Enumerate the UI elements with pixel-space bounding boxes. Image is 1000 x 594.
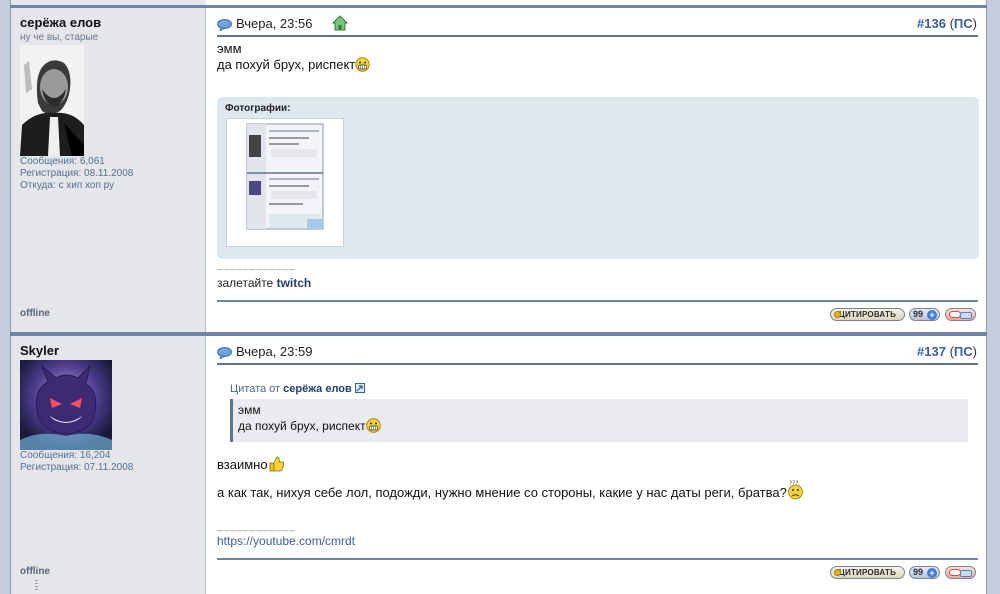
multiquote-button[interactable]: 99 +: [909, 566, 940, 579]
signature-text: залетайте: [217, 276, 274, 290]
multiquote-label: 99: [913, 567, 924, 577]
private-message-link[interactable]: ПС: [954, 16, 973, 31]
quote-button-label: ЦИТИРОВАТЬ: [838, 568, 897, 577]
author-name-link[interactable]: Skyler: [20, 343, 59, 358]
online-status: offline: [20, 566, 50, 577]
post-bubble-icon: [217, 18, 232, 32]
post-136: серёжа елов ну че вы, старые Сообщения: …: [10, 8, 987, 332]
post-text-line: взаимно: [217, 457, 268, 472]
post-text-line: а как так, нихуя себе лол, подожди, нужн…: [217, 485, 787, 500]
plus-icon: +: [927, 568, 937, 578]
quote-box: эмм да похуй брух, риспект: [230, 399, 968, 442]
post-bubble-icon: [217, 346, 232, 360]
author-registration-date: Регистрация: 08.11.2008: [20, 168, 134, 179]
author-name-link[interactable]: серёжа елов: [20, 15, 101, 30]
resize-grip[interactable]: [35, 580, 38, 592]
signature: залетайте twitch: [217, 276, 311, 290]
quote-header: Цитата от серёжа елов: [230, 383, 365, 395]
author-title: ну че вы, старые: [20, 32, 99, 43]
author-location: Откуда: с хип хоп ру: [20, 180, 115, 191]
post-text: эмм да похуй брух, риспект: [217, 41, 370, 76]
author-messages-count: Сообщения: 6,061: [20, 156, 105, 167]
author-avatar[interactable]: [20, 360, 112, 450]
quote-text: да похуй брух, риспект: [238, 418, 381, 437]
post-author-sidebar: Skyler Сообщения: 16,204 Регистрация: 07…: [10, 336, 206, 594]
signature-link[interactable]: twitch: [277, 276, 312, 290]
reply-window-icon: [960, 570, 972, 577]
signature-separator: ____________: [217, 260, 296, 271]
reply-window-icon: [960, 312, 972, 319]
plus-icon: +: [927, 310, 937, 320]
author-messages-count: Сообщения: 16,204: [20, 450, 111, 461]
thumbs-up-icon: [268, 456, 285, 479]
post-author-sidebar: серёжа елов ну че вы, старые Сообщения: …: [10, 8, 206, 332]
post-date: Вчера, 23:56: [236, 16, 313, 31]
post-number: #137 (ПС): [917, 344, 977, 359]
view-post-icon[interactable]: [354, 383, 365, 393]
quote-header-prefix: Цитата от: [230, 383, 281, 395]
post-footer-line: [217, 558, 978, 560]
post-number-link[interactable]: #136: [917, 16, 946, 31]
quick-reply-button[interactable]: [945, 566, 976, 579]
quote-button-label: ЦИТИРОВАТЬ: [838, 310, 897, 319]
post-number: #136 (ПС): [917, 16, 977, 31]
quote-text-line: эмм: [238, 403, 261, 417]
post-text-line: да похуй брух, риспект: [217, 57, 356, 72]
post-header: Вчера, 23:59 #137 (ПС): [217, 341, 978, 365]
author-registration-date: Регистрация: 07.11.2008: [20, 462, 134, 473]
quote-button[interactable]: ЦИТИРОВАТЬ: [830, 308, 905, 321]
post-number-link[interactable]: #137: [917, 344, 946, 359]
post-text-line: эмм: [217, 41, 242, 56]
photo-thumbnail[interactable]: [226, 118, 344, 247]
post-date: Вчера, 23:59: [236, 344, 313, 359]
grin-smiley-icon: [365, 418, 381, 437]
private-message-link[interactable]: ПС: [954, 344, 973, 359]
grin-smiley-icon: [355, 57, 370, 76]
home-icon[interactable]: [331, 15, 349, 31]
photos-block: Фотографии:: [217, 97, 979, 259]
post-header: Вчера, 23:56 #136 (ПС): [217, 13, 978, 37]
quote-text-line: да похуй брух, риспект: [238, 419, 366, 433]
post-137: Skyler Сообщения: 16,204 Регистрация: 07…: [10, 336, 987, 594]
confused-smiley-icon: ???: [787, 479, 804, 507]
quote-dot-icon: [834, 311, 841, 318]
photos-label: Фотографии:: [225, 103, 291, 114]
post-footer-line: [217, 300, 978, 302]
multiquote-button[interactable]: 99 +: [909, 308, 940, 321]
post-text: взаимно а как так, нихуя себе лол, подож…: [217, 454, 804, 507]
multiquote-label: 99: [913, 309, 924, 319]
quote-dot-icon: [834, 569, 841, 576]
quote-button[interactable]: ЦИТИРОВАТЬ: [830, 566, 905, 579]
quote-author: серёжа елов: [283, 383, 352, 395]
quick-reply-button[interactable]: [945, 308, 976, 321]
post-body-area: Вчера, 23:59 #137 (ПС) Цитата от серёжа …: [206, 336, 987, 594]
signature-separator: ____________: [217, 521, 296, 532]
post-body-area: Вчера, 23:56 #136 (ПС) эмм да похуй брух…: [206, 8, 987, 332]
author-avatar[interactable]: [20, 45, 84, 156]
signature-link[interactable]: https://youtube.com/cmrdt: [217, 534, 355, 548]
online-status: offline: [20, 308, 50, 319]
